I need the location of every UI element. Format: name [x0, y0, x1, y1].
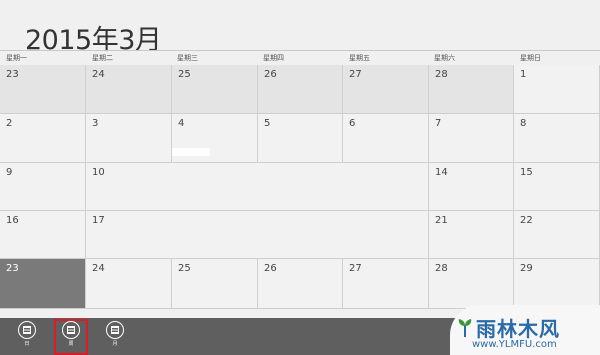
week-view-label: 周	[68, 341, 74, 347]
weekday-thu: 星期四	[263, 54, 284, 62]
day-number: 4	[178, 118, 185, 129]
day-number: 29	[520, 263, 533, 274]
day-number: 23	[6, 69, 19, 80]
day-cell[interactable]: 16	[0, 211, 86, 259]
day-number: 27	[349, 69, 362, 80]
day-number: 14	[435, 167, 448, 178]
day-number: 2	[6, 118, 13, 129]
weekday-mon: 星期一	[6, 54, 27, 62]
day-cell[interactable]: 27	[343, 259, 429, 309]
week-view-icon	[62, 321, 80, 339]
day-number: 17	[92, 215, 105, 226]
day-number: 25	[178, 263, 191, 274]
day-cell[interactable]: 8	[514, 114, 600, 163]
day-cell[interactable]: 6	[343, 114, 429, 163]
day-cell[interactable]: 22	[514, 211, 600, 259]
day-cell[interactable]: 26	[258, 259, 343, 309]
day-cell[interactable]: 25	[172, 65, 258, 114]
day-number: 1	[520, 69, 527, 80]
day-number: 9	[6, 167, 13, 178]
day-cell[interactable]: 24	[86, 259, 172, 309]
day-cell[interactable]: 29	[514, 259, 600, 309]
day-cell[interactable]: 27	[343, 65, 429, 114]
day-number: 3	[92, 118, 99, 129]
weekday-sun: 星期日	[520, 54, 541, 62]
day-number: 24	[92, 263, 105, 274]
day-cell[interactable]: 5	[258, 114, 343, 163]
day-number: 8	[520, 118, 527, 129]
day-cell[interactable]: 2	[0, 114, 86, 163]
month-view-label: 月	[112, 341, 118, 347]
day-number: 10	[92, 167, 105, 178]
day-cell[interactable]: 25	[172, 259, 258, 309]
day-number: 7	[435, 118, 442, 129]
day-number: 25	[178, 69, 191, 80]
weekday-tue: 星期二	[92, 54, 113, 62]
week-view-button[interactable]: 周	[54, 319, 88, 355]
day-number: 26	[264, 263, 277, 274]
day-cell[interactable]: 1	[514, 65, 600, 114]
day-cell[interactable]: 26	[258, 65, 343, 114]
day-number: 26	[264, 69, 277, 80]
day-number: 22	[520, 215, 533, 226]
day-cell-span[interactable]: 10	[86, 163, 429, 211]
day-number: 16	[6, 215, 19, 226]
weekday-sat: 星期六	[434, 54, 455, 62]
day-view-icon	[18, 321, 36, 339]
event-block[interactable]	[172, 148, 210, 156]
day-number: 23	[6, 263, 19, 274]
weekday-wed: 星期三	[177, 54, 198, 62]
watermark-text: 雨林木风	[476, 317, 560, 341]
day-cell[interactable]: 24	[86, 65, 172, 114]
day-view-label: 日	[24, 341, 30, 347]
day-number: 24	[92, 69, 105, 80]
day-number: 6	[349, 118, 356, 129]
day-number: 27	[349, 263, 362, 274]
day-cell[interactable]: 9	[0, 163, 86, 211]
weekday-header-row: 星期一 星期二 星期三 星期四 星期五 星期六 星期日	[0, 50, 600, 65]
calendar-grid: 23 24 25 26 27 28 1 2 3 4 5 6 7 8 9 10 1…	[0, 65, 600, 318]
ylmf-logo-icon	[458, 319, 472, 337]
day-cell[interactable]: 28	[429, 65, 514, 114]
weekday-fri: 星期五	[349, 54, 370, 62]
watermark: 雨林木风 www.YLMFU.com	[450, 305, 600, 355]
day-cell[interactable]: 15	[514, 163, 600, 211]
day-view-button[interactable]: 日	[12, 321, 42, 353]
day-cell[interactable]: 7	[429, 114, 514, 163]
day-cell-span[interactable]: 17	[86, 211, 429, 259]
watermark-url: www.YLMFU.com	[472, 339, 557, 350]
day-cell[interactable]: 14	[429, 163, 514, 211]
day-number: 28	[435, 263, 448, 274]
month-view-icon	[106, 321, 124, 339]
day-cell[interactable]: 21	[429, 211, 514, 259]
day-number: 5	[264, 118, 271, 129]
day-cell-today[interactable]: 23	[0, 259, 86, 309]
day-cell[interactable]: 23	[0, 65, 86, 114]
day-number: 28	[435, 69, 448, 80]
day-cell[interactable]: 3	[86, 114, 172, 163]
day-cell[interactable]: 28	[429, 259, 514, 309]
day-number: 21	[435, 215, 448, 226]
month-view-button[interactable]: 月	[100, 321, 130, 353]
day-number: 15	[520, 167, 533, 178]
